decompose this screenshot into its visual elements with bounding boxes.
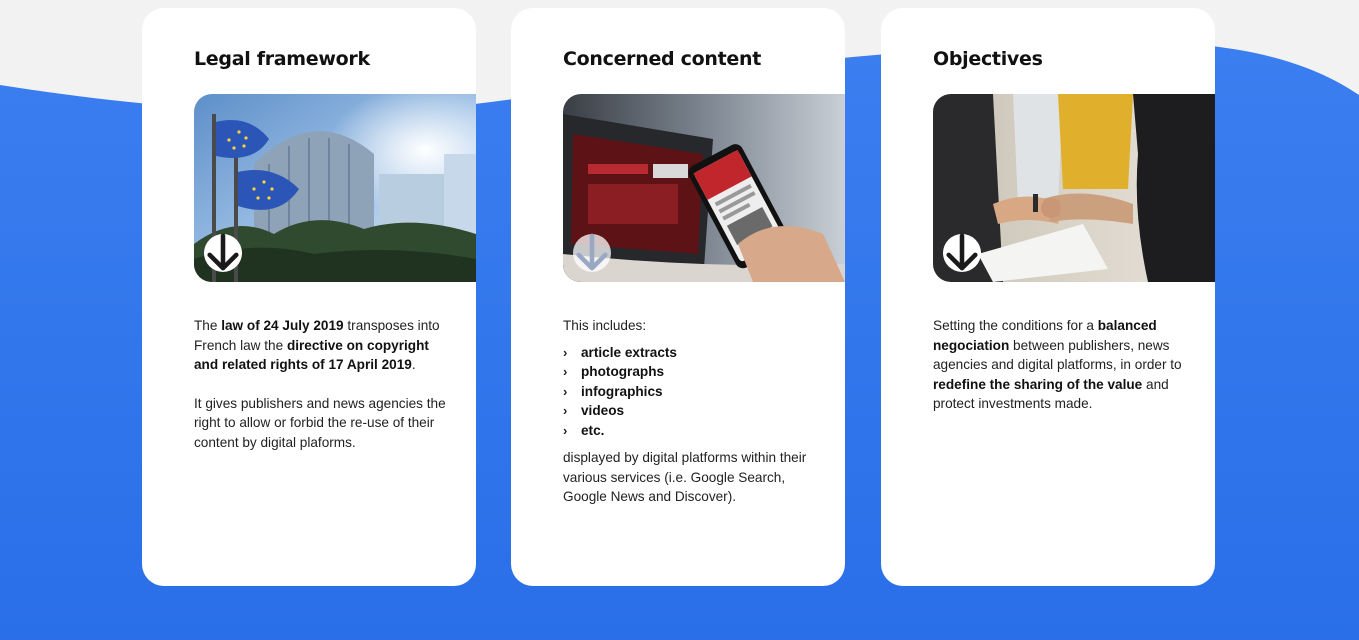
objectives-paragraph: Setting the conditions for a balanced ne… (933, 318, 1182, 411)
chevron-right-icon: › (563, 422, 568, 438)
scroll-down-button[interactable] (943, 233, 981, 272)
scroll-down-button[interactable] (204, 233, 242, 272)
legal-paragraph-2: It gives publishers and news agencies th… (194, 395, 446, 450)
arrow-down-icon (576, 233, 608, 271)
card-description: This includes: › article extracts › photog… (563, 316, 823, 507)
card-description: The law of 24 July 2019 transposes into … (194, 316, 454, 452)
card-objectives: Objectives Setting the conditions for a … (881, 8, 1215, 586)
arrow-down-icon (207, 233, 239, 271)
card-concerned-content: Concerned content This includes: › artic… (511, 8, 845, 586)
scroll-down-button[interactable] (573, 233, 611, 272)
list-item: › videos (563, 401, 823, 421)
chevron-right-icon: › (563, 364, 568, 379)
chevron-right-icon: › (563, 344, 568, 360)
list-item: › infographics (563, 382, 823, 402)
chevron-right-icon: › (563, 383, 568, 399)
content-outro: displayed by digital platforms within th… (563, 450, 807, 504)
legal-paragraph-1: The law of 24 July 2019 transposes into … (194, 318, 440, 372)
content-intro: This includes: (563, 318, 647, 333)
list-item: › photographs (563, 362, 823, 382)
list-item: › etc. (563, 421, 823, 441)
card-title: Objectives (933, 48, 1043, 70)
content-list: › article extracts › photographs › infograp… (563, 343, 823, 441)
card-image (194, 94, 476, 282)
chevron-right-icon: › (563, 403, 568, 418)
card-description: Setting the conditions for a balanced ne… (933, 316, 1193, 414)
card-title: Concerned content (563, 48, 761, 70)
card-image (933, 94, 1215, 282)
card-title: Legal framework (194, 48, 370, 70)
card-image (563, 94, 845, 282)
arrow-down-icon (946, 233, 978, 271)
list-item: › article extracts (563, 343, 823, 363)
card-legal-framework: Legal framework The law of 24 July 2019 … (142, 8, 476, 586)
